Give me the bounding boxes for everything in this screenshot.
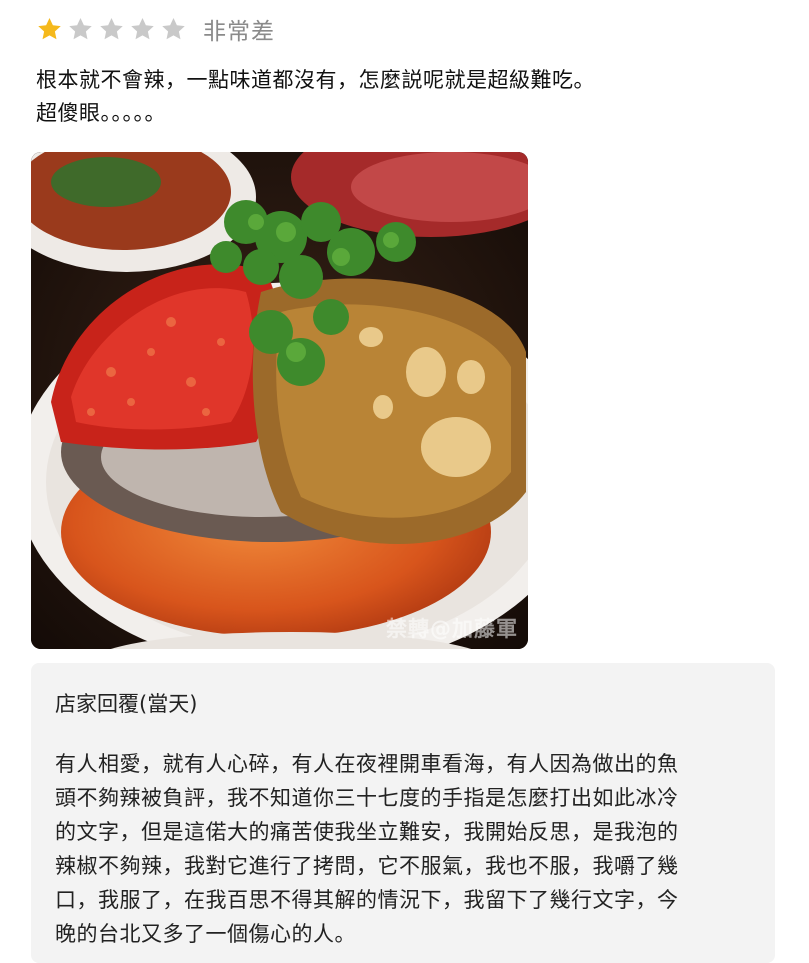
star-empty-icon xyxy=(69,17,92,39)
star-empty-icon xyxy=(131,17,154,39)
reply-title: 店家回覆(當天) xyxy=(55,692,198,716)
rating-row: 非常差 xyxy=(36,12,275,46)
reply-line: 晚的台北又多了一個傷心的人。 xyxy=(55,922,356,946)
reply-body: 有人相愛，就有人心碎，有人在夜裡開車看海，有人因為做出的魚 頭不夠辣被負評，我不… xyxy=(55,747,765,951)
reply-line: 辣椒不夠辣，我對它進行了拷問，它不服氣，我也不服，我嚼了幾 xyxy=(55,854,679,878)
review-text: 根本就不會辣，一點味道都沒有，怎麼説呢就是超級難吃。 超傻眼。。。。。 xyxy=(36,64,776,130)
photo-watermark: 禁轉@加藤軍 xyxy=(386,617,518,641)
rating-label: 非常差 xyxy=(203,19,275,45)
reply-line: 頭不夠辣被負評，我不知道你三十七度的手指是怎麼打出如此冰冷 xyxy=(55,786,679,810)
star-filled-icon xyxy=(38,17,61,39)
star-empty-icon xyxy=(100,17,123,39)
star-rating xyxy=(36,16,187,43)
reply-line: 口，我服了，在我百思不得其解的情況下，我留下了幾行文字，今 xyxy=(55,888,679,912)
merchant-reply: 店家回覆(當天) 有人相愛，就有人心碎，有人在夜裡開車看海，有人因為做出的魚 頭… xyxy=(31,663,775,963)
review-photo[interactable]: 禁轉@加藤軍 xyxy=(31,152,528,649)
fish-head-dish-illustration xyxy=(31,152,528,649)
star-empty-icon xyxy=(162,17,185,39)
reply-line: 的文字，但是這偌大的痛苦使我坐立難安，我開始反思，是我泡的 xyxy=(55,820,679,844)
review-text-line: 根本就不會辣，一點味道都沒有，怎麼説呢就是超級難吃。 xyxy=(36,68,595,92)
review-text-line: 超傻眼。。。。。 xyxy=(36,101,166,125)
reply-line: 有人相愛，就有人心碎，有人在夜裡開車看海，有人因為做出的魚 xyxy=(55,752,679,776)
